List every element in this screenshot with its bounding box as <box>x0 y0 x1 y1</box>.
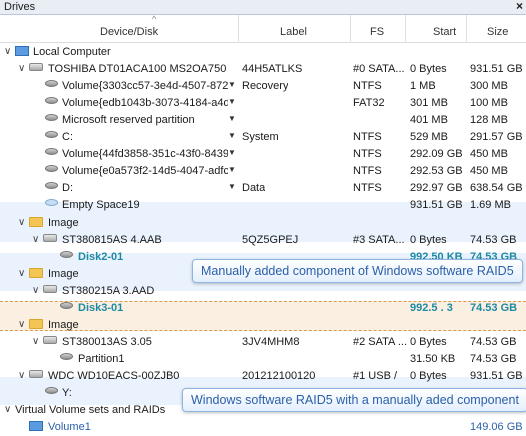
volume-icon <box>60 251 73 258</box>
column-header: ^ Device/Disk Label FS Start Size <box>0 14 526 43</box>
tree-row[interactable]: ∨ Local Computer <box>0 43 526 61</box>
dropdown-arrow-icon[interactable]: ▼ <box>228 131 236 140</box>
hard-disk-icon <box>29 63 43 71</box>
dropdown-arrow-icon[interactable]: ▼ <box>228 97 236 106</box>
volume-icon <box>45 97 58 104</box>
hard-disk-icon <box>29 370 43 378</box>
tree-row[interactable]: Partition1 31.50 KB 74.53 GB <box>0 350 526 368</box>
volume-icon <box>45 387 58 394</box>
image-folder-icon <box>29 319 43 329</box>
dropdown-arrow-icon[interactable]: ▼ <box>228 182 236 191</box>
volume-icon <box>45 165 58 172</box>
tree-row[interactable]: ∨ TOSHIBA DT01ACA100 MS2OA750 44H5ATLKS … <box>0 60 526 78</box>
tree-row[interactable]: Empty Space19 931.51 GB 1.69 MB <box>0 196 526 214</box>
tree-row[interactable]: D: ▼ Data NTFS 292.97 GB 638.54 GB <box>0 179 526 197</box>
tree-row[interactable]: ∨ WDC WD10EACS-00ZJB0 201212100120 #1 US… <box>0 367 526 385</box>
tree-row[interactable]: ∨ ST380215A 3.AAD <box>0 282 526 300</box>
volume-icon <box>45 182 58 189</box>
col-label[interactable]: Label <box>280 26 307 38</box>
tree-row[interactable]: C: ▼ System NTFS 529 MB 291.57 GB <box>0 128 526 146</box>
tree-row[interactable]: ∨ Image <box>0 316 526 334</box>
col-device[interactable]: Device/Disk <box>100 26 158 38</box>
tree-row[interactable]: ∨ ST380013AS 3.05 3JV4MHM8 #2 SATA ... 0… <box>0 333 526 351</box>
tree-row[interactable]: Microsoft reserved partition ▼ 401 MB 12… <box>0 111 526 129</box>
tree-row[interactable]: ∨ ST380815AS 4.AAB 5QZ5GPEJ #3 SATA... 0… <box>0 231 526 249</box>
dropdown-arrow-icon[interactable]: ▼ <box>228 148 236 157</box>
volume-icon <box>45 131 58 138</box>
dropdown-arrow-icon[interactable]: ▼ <box>228 165 236 174</box>
drives-titlebar: Drives × <box>0 0 526 15</box>
raid-volume-callout: Windows software RAID5 with a manually a… <box>182 388 526 412</box>
dropdown-arrow-icon[interactable]: ▼ <box>228 80 236 89</box>
volume-icon <box>45 148 58 155</box>
tree-row[interactable]: Disk3-01 992.5́ . 3 74.53 GB <box>0 299 526 317</box>
tree-row[interactable]: Volume{e0a573f2-14d5-4047-adfc-3... ▼ NT… <box>0 162 526 180</box>
tree-row[interactable]: Volume{edb1043b-3073-4184-a4d5-... ▼ FAT… <box>0 94 526 112</box>
raid-component-callout: Manually added component of Windows soft… <box>192 259 523 283</box>
window-title: Drives <box>4 1 36 13</box>
volume-icon <box>60 353 73 360</box>
volume-icon <box>45 80 58 87</box>
hard-disk-icon <box>43 336 57 344</box>
tree-row[interactable]: Volume{44fd3858-351c-43f0-8439-1... ▼ NT… <box>0 145 526 163</box>
image-folder-icon <box>29 217 43 227</box>
col-size[interactable]: Size <box>487 26 508 38</box>
col-fs[interactable]: FS <box>370 26 384 38</box>
volume-icon <box>45 114 58 121</box>
tree-row[interactable]: Volume1 149.06 GB <box>0 418 526 436</box>
tree-row[interactable]: Volume{3303cc57-3e4d-4507-872f-... ▼ Rec… <box>0 77 526 95</box>
close-icon[interactable]: × <box>516 0 523 13</box>
empty-space-icon <box>45 199 58 206</box>
volume-icon <box>60 302 73 309</box>
col-start[interactable]: Start <box>433 26 456 38</box>
dropdown-arrow-icon[interactable]: ▼ <box>228 114 236 123</box>
hard-disk-icon <box>43 285 57 293</box>
image-folder-icon <box>29 268 43 278</box>
hard-disk-icon <box>43 234 57 242</box>
sort-ascending-icon: ^ <box>152 14 157 24</box>
tree-row[interactable]: ∨ Image <box>0 214 526 232</box>
raid-volume-icon <box>29 421 43 431</box>
computer-icon <box>15 46 29 56</box>
